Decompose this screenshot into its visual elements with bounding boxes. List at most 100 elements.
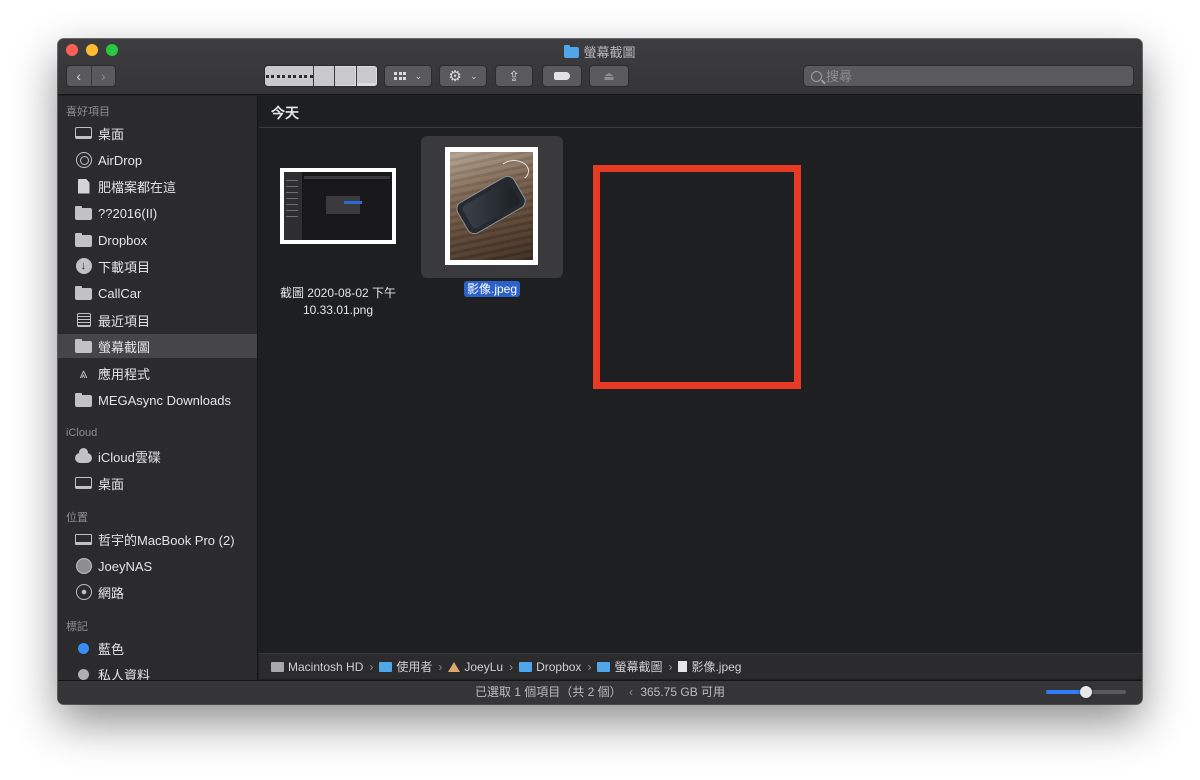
sidebar-item-screenshots[interactable]: 螢幕截圖 bbox=[58, 334, 257, 358]
nas-icon bbox=[75, 558, 92, 574]
icon-view-button[interactable] bbox=[265, 66, 313, 86]
forward-button[interactable]: › bbox=[90, 66, 116, 86]
file-thumbnail-screenshot[interactable] bbox=[280, 168, 396, 244]
desktop-icon bbox=[75, 127, 92, 139]
columns-icon bbox=[335, 66, 356, 86]
gear-icon: ⚙ bbox=[448, 68, 462, 85]
view-mode-selector bbox=[264, 65, 378, 87]
sidebar-item-joeynas[interactable]: JoeyNAS bbox=[58, 554, 257, 578]
icon-size-slider[interactable] bbox=[1046, 686, 1126, 698]
folder-icon bbox=[597, 661, 611, 672]
back-button[interactable]: ‹ bbox=[67, 66, 91, 86]
chevron-down-icon: ⌄ bbox=[470, 70, 478, 81]
status-selection-text: 已選取 1 個項目（共 2 個） bbox=[474, 685, 622, 699]
status-free-space: 365.75 GB 可用 bbox=[640, 685, 726, 699]
search-icon bbox=[811, 70, 822, 82]
status-bar: 已選取 1 個項目（共 2 個） ‹ 365.75 GB 可用 bbox=[58, 680, 1142, 704]
path-crumb-macintosh-hd[interactable]: Macintosh HD bbox=[271, 660, 363, 674]
network-icon bbox=[75, 584, 92, 600]
sidebar-item-recents[interactable]: 最近項目 bbox=[58, 308, 257, 332]
airdrop-icon bbox=[75, 152, 92, 168]
path-crumb-joeylu[interactable]: JoeyLu bbox=[448, 660, 503, 674]
folder-icon bbox=[519, 661, 533, 672]
recents-icon bbox=[76, 313, 91, 327]
gallery-icon bbox=[356, 66, 377, 86]
sidebar-item-tag-blue[interactable]: 藍色 bbox=[58, 636, 257, 660]
search-field[interactable] bbox=[803, 65, 1134, 87]
file-name-screenshot[interactable]: 截圖 2020-08-02 下午 10.33.01.png bbox=[268, 285, 408, 319]
desktop-icon bbox=[75, 477, 92, 489]
grid-icon bbox=[394, 71, 407, 81]
download-icon: ↓ bbox=[75, 258, 92, 274]
tag-dot-icon bbox=[78, 642, 89, 654]
sidebar-item-downloads[interactable]: ↓ 下載項目 bbox=[58, 254, 257, 278]
path-crumb-dropbox[interactable]: Dropbox bbox=[519, 660, 581, 674]
sidebar-item-applications[interactable]: ⩓ 應用程式 bbox=[58, 361, 257, 385]
action-menu-button[interactable]: ⚙ ⌄ bbox=[439, 65, 487, 87]
folder-icon bbox=[75, 286, 92, 300]
eject-icon: ⏏ bbox=[603, 69, 615, 83]
list-view-button[interactable] bbox=[313, 66, 335, 86]
document-icon bbox=[678, 661, 688, 672]
toolbar: 螢幕截圖 ‹ › ⌄ ⚙ ⌄ ⇪ ⏏ bbox=[58, 39, 1142, 95]
status-divider: ‹ bbox=[628, 685, 633, 699]
navigation-buttons: ‹ › bbox=[66, 65, 116, 87]
file-name-image[interactable]: 影像.jpeg bbox=[464, 281, 521, 297]
file-thumbnail-image[interactable] bbox=[445, 147, 538, 265]
slider-knob[interactable] bbox=[1080, 686, 1092, 698]
file-browser: 今天 截圖 2020-08-02 下午 10.33.01.png 影像.jpeg bbox=[259, 96, 1142, 653]
tag-dot-icon bbox=[78, 668, 89, 680]
path-crumb-users[interactable]: 使用者 bbox=[379, 658, 432, 675]
tags-button[interactable] bbox=[542, 65, 582, 87]
folder-icon bbox=[75, 339, 92, 353]
group-by-button[interactable]: ⌄ bbox=[384, 65, 432, 87]
search-input[interactable] bbox=[826, 68, 1106, 84]
sidebar-item-network[interactable]: 網路 bbox=[58, 580, 257, 604]
sidebar-item-2016[interactable]: ??2016(II) bbox=[58, 201, 257, 225]
path-crumb-image[interactable]: 影像.jpeg bbox=[678, 658, 741, 675]
chevron-down-icon: ⌄ bbox=[414, 70, 423, 81]
folder-icon bbox=[75, 206, 92, 220]
column-view-button[interactable] bbox=[334, 66, 356, 86]
sidebar-item-icloud-drive[interactable]: iCloud雲碟 bbox=[58, 444, 257, 468]
eject-button[interactable]: ⏏ bbox=[589, 65, 629, 87]
sidebar: 喜好項目 桌面 AirDrop 肥檔案都在這 ??2016(II) Dropbo… bbox=[58, 96, 258, 681]
group-header: 今天 bbox=[259, 96, 1142, 128]
screenshot-preview bbox=[284, 172, 392, 240]
grid-icon bbox=[265, 66, 313, 86]
share-icon: ⇪ bbox=[508, 67, 520, 84]
sidebar-item-icloud-desktop[interactable]: 桌面 bbox=[58, 471, 257, 495]
path-crumb-screenshots[interactable]: 螢幕截圖 bbox=[597, 658, 662, 675]
sidebar-section-tags: 標記 bbox=[66, 621, 88, 633]
tag-icon bbox=[554, 72, 570, 80]
folder-icon bbox=[75, 233, 92, 247]
laptop-icon bbox=[75, 533, 92, 545]
sidebar-item-macbook[interactable]: 哲宇的MacBook Pro (2) bbox=[58, 527, 257, 551]
finder-window: 螢幕截圖 ‹ › ⌄ ⚙ ⌄ ⇪ ⏏ 搜尋 喜好項目 桌面 AirDrop 肥檔… bbox=[58, 39, 1142, 704]
sidebar-section-favorites: 喜好項目 bbox=[66, 106, 110, 118]
sidebar-section-locations: 位置 bbox=[66, 512, 88, 524]
home-icon bbox=[448, 661, 461, 672]
path-bar: Macintosh HD › 使用者 › JoeyLu › Dropbox › … bbox=[259, 653, 1142, 679]
sidebar-section-icloud: iCloud bbox=[66, 427, 98, 439]
folder-icon bbox=[75, 393, 92, 407]
annotation-highlight-box bbox=[593, 165, 801, 389]
photo-preview bbox=[450, 152, 533, 260]
list-icon bbox=[314, 66, 335, 86]
share-button[interactable]: ⇪ bbox=[495, 65, 533, 87]
sidebar-item-tag-private[interactable]: 私人資料 bbox=[58, 662, 257, 681]
applications-icon: ⩓ bbox=[79, 364, 88, 381]
window-title: 螢幕截圖 bbox=[58, 42, 1142, 61]
sidebar-item-airdrop[interactable]: AirDrop bbox=[58, 148, 257, 172]
folder-icon bbox=[564, 45, 580, 58]
sidebar-item-dropbox[interactable]: Dropbox bbox=[58, 228, 257, 252]
sidebar-item-callcar[interactable]: CallCar bbox=[58, 281, 257, 305]
gallery-view-button[interactable] bbox=[355, 66, 377, 86]
folder-icon bbox=[379, 661, 393, 672]
sidebar-item-desktop[interactable]: 桌面 bbox=[58, 121, 257, 145]
sidebar-item-big-files[interactable]: 肥檔案都在這 bbox=[58, 174, 257, 198]
phone-picture bbox=[454, 174, 528, 236]
document-icon bbox=[77, 178, 90, 194]
sidebar-item-megasync[interactable]: MEGAsync Downloads bbox=[58, 388, 257, 412]
hard-drive-icon bbox=[271, 661, 284, 672]
